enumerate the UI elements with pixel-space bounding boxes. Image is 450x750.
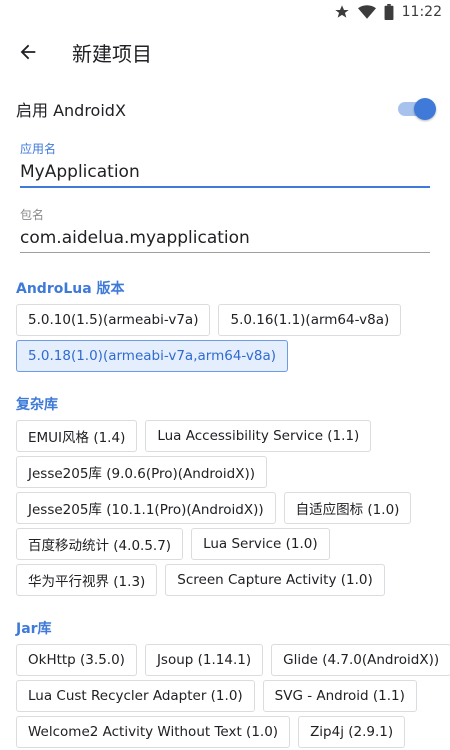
back-button[interactable] [0, 24, 56, 80]
library-chip[interactable]: SVG - Android (1.1) [262, 680, 417, 712]
app-name-input[interactable] [20, 156, 430, 188]
complex-libs-row-2: Jesse205库 (9.0.6(Pro)(AndroidX)) [16, 456, 268, 488]
library-chip[interactable]: Lua Service (1.0) [191, 528, 330, 560]
androlua-row-2: 5.0.18(1.0)(armeabi-v7a,arm64-v8a) [16, 340, 289, 372]
library-chip[interactable]: OkHttp (3.5.0) [16, 644, 137, 676]
library-chip[interactable]: 自适应图标 (1.0) [283, 492, 412, 524]
library-chip[interactable]: Lua Accessibility Service (1.1) [145, 420, 372, 452]
page-title: 新建项目 [72, 41, 152, 66]
androlua-option[interactable]: 5.0.16(1.1)(arm64-v8a) [218, 304, 402, 336]
complex-libs-row-3: Jesse205库 (10.1.1(Pro)(AndroidX)) 自适应图标 … [16, 492, 412, 524]
complex-libs-row-1: EMUI风格 (1.4) Lua Accessibility Service (… [16, 420, 372, 452]
androlua-option[interactable]: 5.0.10(1.5)(armeabi-v7a) [16, 304, 211, 336]
library-chip[interactable]: Welcome2 Activity Without Text (1.0) [16, 716, 291, 748]
jar-libs-section-title: Jar库 [16, 621, 52, 637]
androidx-row[interactable]: 启用 AndroidX [16, 94, 436, 124]
app-name-label: 应用名 [20, 142, 57, 156]
jar-libs-row-3: Welcome2 Activity Without Text (1.0) Zip… [16, 716, 406, 748]
toolbar: 新建项目 [0, 24, 450, 80]
androlua-row-1: 5.0.10(1.5)(armeabi-v7a) 5.0.16(1.1)(arm… [16, 304, 402, 336]
wifi-icon [357, 4, 376, 20]
package-input[interactable] [20, 222, 430, 253]
status-time: 11:22 [401, 4, 442, 20]
switch-thumb [414, 98, 436, 120]
library-chip[interactable]: Screen Capture Activity (1.0) [165, 564, 385, 596]
library-chip[interactable]: Lua Cust Recycler Adapter (1.0) [16, 680, 255, 712]
battery-icon [384, 4, 394, 20]
library-chip[interactable]: Glide (4.7.0(AndroidX)) [271, 644, 450, 676]
complex-libs-section-title: 复杂库 [16, 397, 58, 413]
library-chip[interactable]: Zip4j (2.9.1) [298, 716, 406, 748]
complex-libs-row-4: 百度移动统计 (4.0.5.7) Lua Service (1.0) [16, 528, 330, 560]
library-chip[interactable]: 华为平行视界 (1.3) [16, 564, 158, 596]
arrow-left-icon [20, 44, 36, 60]
jar-libs-row-1: OkHttp (3.5.0) Jsoup (1.14.1) Glide (4.7… [16, 644, 450, 676]
library-chip[interactable]: Jesse205库 (9.0.6(Pro)(AndroidX)) [16, 456, 268, 488]
jar-libs-row-2: Lua Cust Recycler Adapter (1.0) SVG - An… [16, 680, 417, 712]
androlua-option-selected[interactable]: 5.0.18(1.0)(armeabi-v7a,arm64-v8a) [16, 340, 289, 372]
complex-libs-row-5: 华为平行视界 (1.3) Screen Capture Activity (1.… [16, 564, 385, 596]
package-label: 包名 [20, 208, 45, 222]
status-bar: 11:22 [0, 0, 450, 24]
library-chip[interactable]: Jesse205库 (10.1.1(Pro)(AndroidX)) [16, 492, 276, 524]
androidx-switch[interactable] [398, 97, 436, 121]
library-chip[interactable]: 百度移动统计 (4.0.5.7) [16, 528, 184, 560]
package-field: 包名 [20, 206, 430, 253]
star-icon [334, 4, 350, 20]
androlua-section-title: AndroLua 版本 [16, 281, 125, 297]
library-chip[interactable]: Jsoup (1.14.1) [144, 644, 264, 676]
app-name-field: 应用名 [20, 140, 430, 188]
androidx-label: 启用 AndroidX [16, 101, 126, 120]
library-chip[interactable]: EMUI风格 (1.4) [16, 420, 138, 452]
